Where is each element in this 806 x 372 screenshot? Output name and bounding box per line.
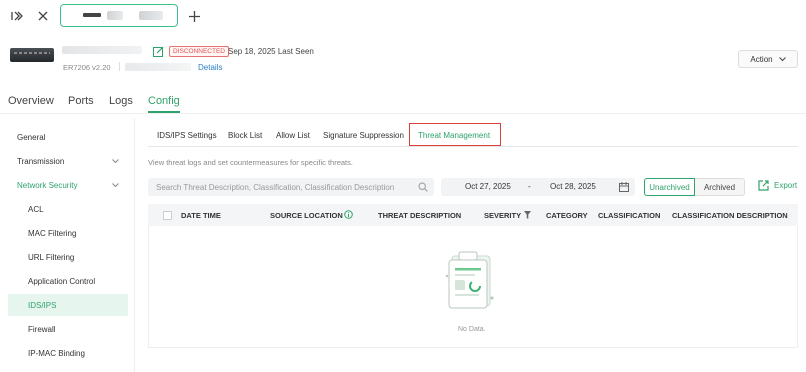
subtabs-divider xyxy=(148,146,798,147)
search-input[interactable]: Search Threat Description, Classificatio… xyxy=(148,178,434,196)
sidebar-item-transmission[interactable]: Transmission xyxy=(8,150,128,172)
chevron-down-icon xyxy=(778,56,786,61)
col-classification[interactable]: CLASSIFICATION xyxy=(598,211,660,220)
tabs-divider xyxy=(0,113,806,114)
redacted-name xyxy=(107,11,123,20)
search-icon xyxy=(418,182,428,192)
col-category[interactable]: CATEGORY xyxy=(546,211,588,220)
sidebar-item-ip-mac-binding[interactable]: IP-MAC Binding xyxy=(8,342,128,364)
sidebar-item-application-control[interactable]: Application Control xyxy=(8,270,128,292)
device-image xyxy=(10,48,54,62)
export-label: Export xyxy=(774,181,798,190)
subtab-ids-ips-settings[interactable]: IDS/IPS Settings xyxy=(157,131,217,140)
chevron-down-icon xyxy=(112,158,119,163)
calendar-icon xyxy=(619,182,629,192)
export-icon xyxy=(758,180,769,191)
sidebar-item-label: URL Filtering xyxy=(28,252,75,262)
col-threat-description[interactable]: THREAT DESCRIPTION xyxy=(378,211,461,220)
plus-icon xyxy=(188,10,200,22)
details-link[interactable]: Details xyxy=(198,63,222,72)
tab-logs[interactable]: Logs xyxy=(109,95,133,107)
sidebar-item-label: Network Security xyxy=(17,180,78,190)
filter-icon[interactable] xyxy=(524,211,531,219)
date-range-picker[interactable]: Oct 27, 2025 - Oct 28, 2025 xyxy=(441,178,635,196)
close-icon xyxy=(38,11,48,21)
archive-segment: Unarchived Archived xyxy=(644,178,745,196)
subtab-block-list[interactable]: Block List xyxy=(228,131,262,140)
sidebar-item-firewall[interactable]: Firewall xyxy=(8,318,128,340)
date-separator: - xyxy=(528,182,531,191)
info-icon[interactable] xyxy=(344,210,353,219)
subtab-signature-suppression[interactable]: Signature Suppression xyxy=(323,131,404,140)
archived-option[interactable]: Archived xyxy=(695,178,745,196)
date-start: Oct 27, 2025 xyxy=(465,182,511,191)
sidebar-item-label: MAC Filtering xyxy=(28,228,77,238)
redacted-name xyxy=(139,11,163,20)
sidebar-item-general[interactable]: General xyxy=(8,126,128,148)
date-end: Oct 28, 2025 xyxy=(550,182,596,191)
action-button[interactable]: Action xyxy=(738,50,798,68)
sidebar-item-label: ACL xyxy=(28,204,44,214)
sidebar-item-label: Firewall xyxy=(28,324,56,334)
redacted-device-name xyxy=(62,46,142,54)
export-button[interactable]: Export xyxy=(758,180,797,191)
sidebar-item-url-filtering[interactable]: URL Filtering xyxy=(8,246,128,268)
close-tab-button[interactable] xyxy=(32,5,54,27)
tab-ports[interactable]: Ports xyxy=(68,95,94,107)
chevron-down-icon xyxy=(112,182,119,187)
redacted-ip xyxy=(125,63,191,71)
subtab-allow-list[interactable]: Allow List xyxy=(276,131,310,140)
tab-config[interactable]: Config xyxy=(148,95,180,107)
divider xyxy=(119,62,120,71)
sidebar-item-label: Transmission xyxy=(17,156,65,166)
col-severity[interactable]: SEVERITY xyxy=(484,211,521,220)
search-placeholder: Search Threat Description, Classificatio… xyxy=(156,182,395,192)
edit-name-button[interactable] xyxy=(153,46,164,59)
col-source-location[interactable]: SOURCE LOCATION xyxy=(270,211,343,220)
select-all-checkbox[interactable] xyxy=(163,211,172,220)
edit-icon xyxy=(153,46,164,57)
unarchived-option[interactable]: Unarchived xyxy=(644,178,695,196)
status-badge: DISCONNECTED xyxy=(169,46,230,57)
sidebar-item-ids-ips[interactable]: IDS/IPS xyxy=(8,294,128,316)
empty-state-text: No Data. xyxy=(458,326,486,333)
col-classification-description[interactable]: CLASSIFICATION DESCRIPTION xyxy=(672,211,788,220)
empty-clipboard-icon xyxy=(445,251,494,309)
add-tab-button[interactable] xyxy=(183,5,205,27)
sidebar-item-label: IDS/IPS xyxy=(28,300,57,310)
sidebar-item-acl[interactable]: ACL xyxy=(8,198,128,220)
col-date-time[interactable]: DATE TIME xyxy=(181,211,221,220)
sidebar-divider xyxy=(134,118,135,372)
sidebar-toggle-button[interactable] xyxy=(6,5,28,27)
device-model: ER7206 v2.20 xyxy=(63,63,111,72)
action-label: Action xyxy=(750,54,773,64)
last-seen-text: Sep 18, 2025 Last Seen xyxy=(228,47,314,56)
device-thumb-icon xyxy=(83,13,101,17)
device-tab[interactable] xyxy=(60,4,178,27)
sidebar-item-label: IP-MAC Binding xyxy=(28,348,85,358)
sidebar-toggle-icon xyxy=(11,11,23,21)
page-description: View threat logs and set countermeasures… xyxy=(148,158,353,167)
sidebar-item-network-security[interactable]: Network Security xyxy=(8,174,128,196)
tab-overview[interactable]: Overview xyxy=(8,95,54,107)
sidebar-item-mac-filtering[interactable]: MAC Filtering xyxy=(8,222,128,244)
highlight-box xyxy=(409,123,501,146)
sidebar-item-label: Application Control xyxy=(28,276,96,286)
sidebar-item-label: General xyxy=(17,132,46,142)
